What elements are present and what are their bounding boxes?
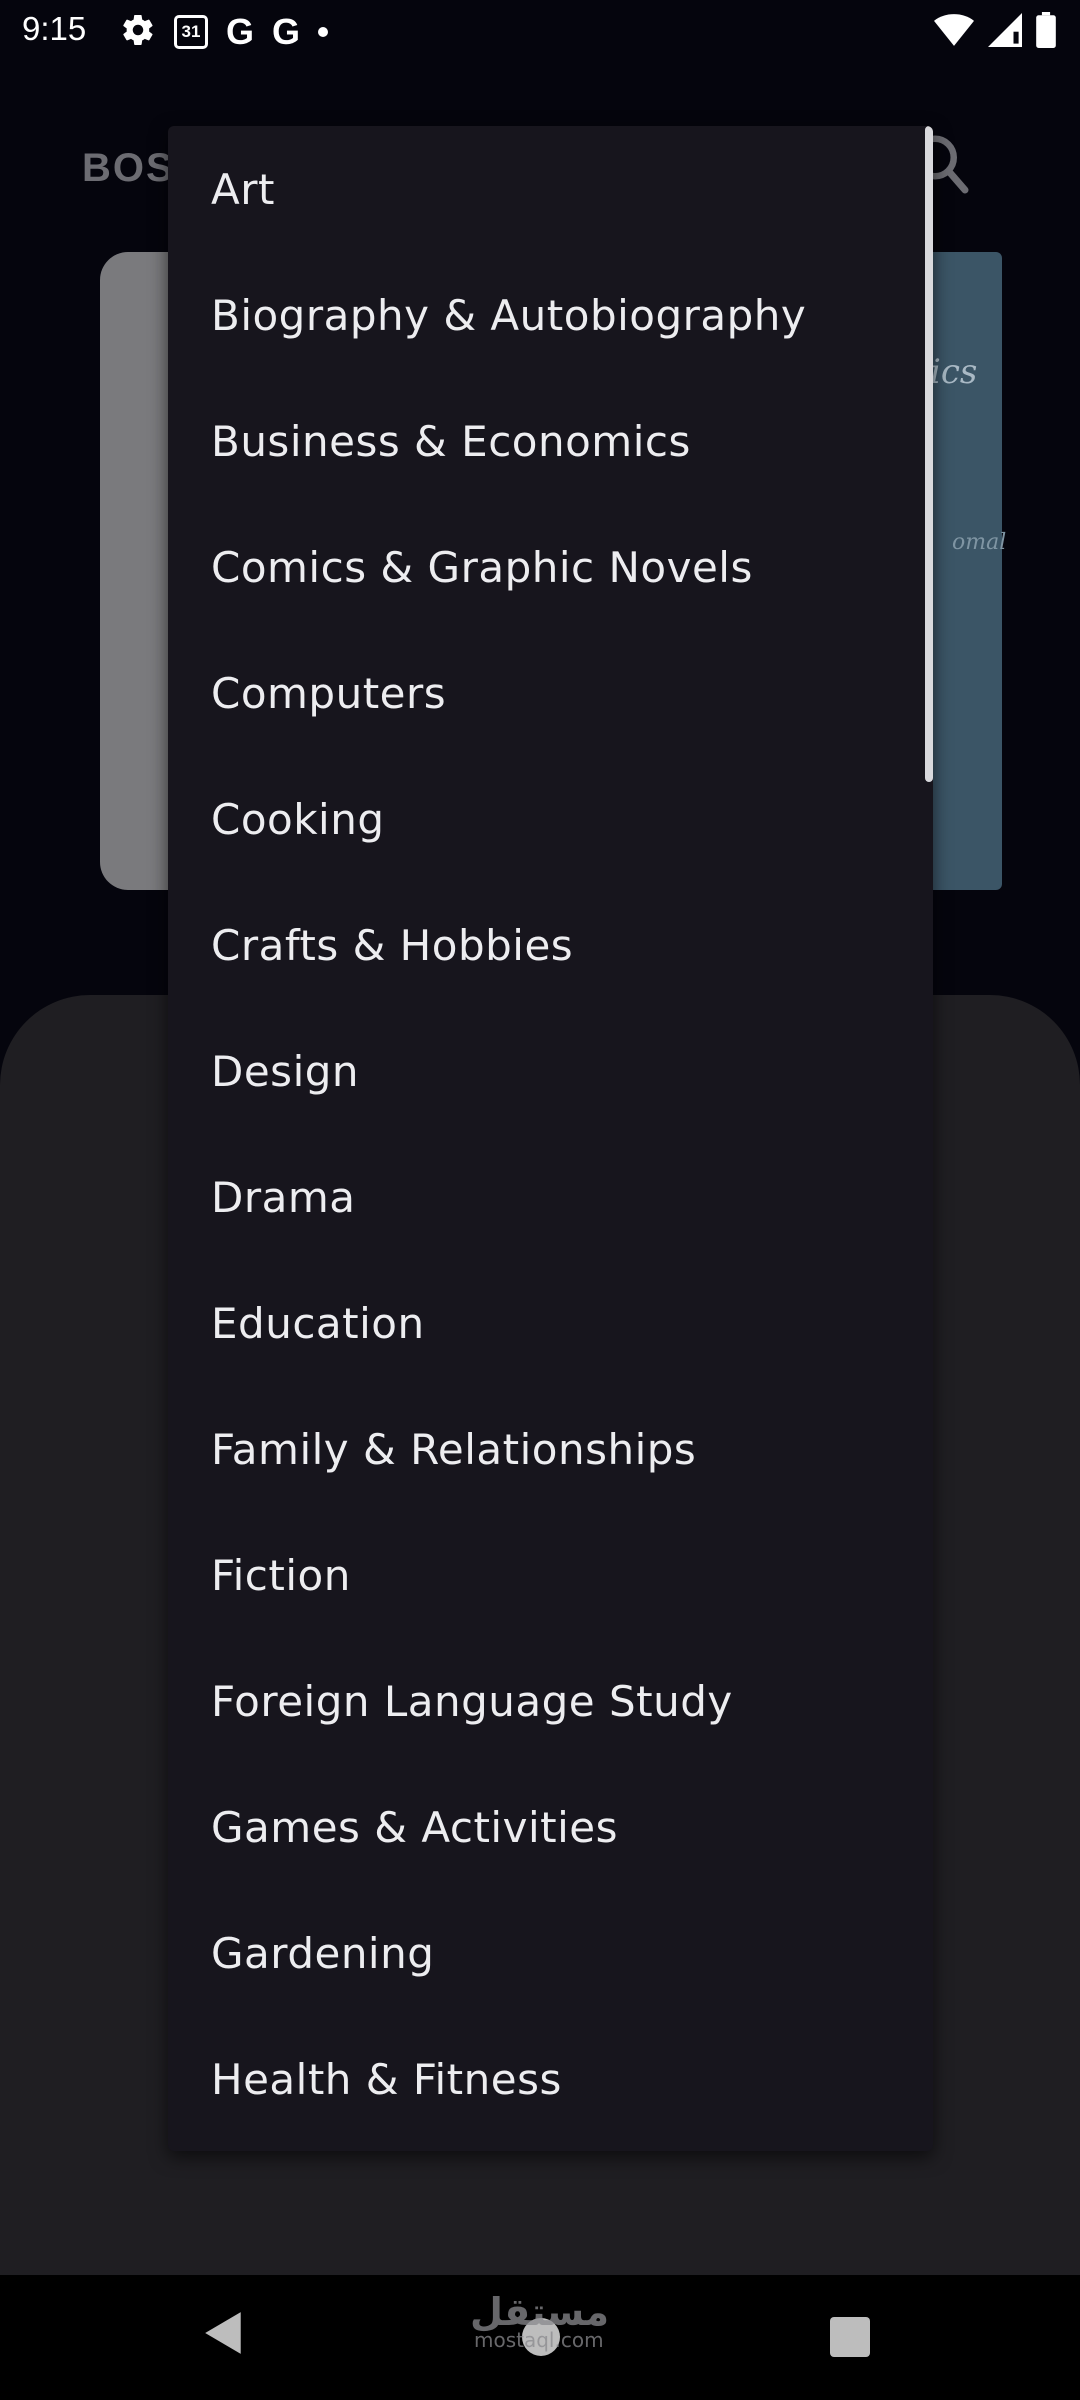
menu-item-cooking[interactable]: Cooking [168, 756, 925, 882]
menu-item-business-economics[interactable]: Business & Economics [168, 378, 925, 504]
back-icon[interactable] [203, 2310, 245, 2360]
calendar-icon: 31 [174, 15, 208, 49]
book-cover-subtitle: omal [952, 530, 1007, 555]
menu-item-biography-autobiography[interactable]: Biography & Autobiography [168, 252, 925, 378]
status-bar: 9:15 31 G G [0, 0, 1080, 62]
settings-icon [120, 12, 156, 52]
menu-item-computers[interactable]: Computers [168, 630, 925, 756]
system-icons [934, 12, 1056, 52]
google-icon: G [272, 11, 301, 52]
menu-item-family-relationships[interactable]: Family & Relationships [168, 1386, 925, 1512]
book-cover-title: ics [930, 352, 978, 392]
menu-item-comics-graphic-novels[interactable]: Comics & Graphic Novels [168, 504, 925, 630]
category-dropdown-menu: Art Biography & Autobiography Business &… [168, 126, 933, 2151]
status-time: 9:15 [22, 10, 87, 47]
notification-icons: 31 G G [120, 11, 329, 52]
menu-item-fiction[interactable]: Fiction [168, 1512, 925, 1638]
app-logo: BOS [82, 146, 175, 190]
menu-item-gardening[interactable]: Gardening [168, 1890, 925, 2016]
menu-item-drama[interactable]: Drama [168, 1134, 925, 1260]
menu-item-art[interactable]: Art [168, 126, 925, 252]
cell-signal-icon [988, 13, 1022, 51]
menu-item-games-activities[interactable]: Games & Activities [168, 1764, 925, 1890]
google-icon: G [226, 11, 255, 52]
dropdown-scrollbar[interactable] [925, 126, 933, 782]
more-notifications-dot-icon [318, 27, 329, 37]
menu-item-crafts-hobbies[interactable]: Crafts & Hobbies [168, 882, 925, 1008]
battery-icon [1036, 12, 1056, 52]
menu-item-foreign-language-study[interactable]: Foreign Language Study [168, 1638, 925, 1764]
wifi-icon [934, 13, 974, 51]
menu-item-health-fitness[interactable]: Health & Fitness [168, 2016, 925, 2142]
recents-icon[interactable] [830, 2317, 870, 2357]
watermark-url: mostaql.com [474, 2328, 604, 2352]
menu-item-design[interactable]: Design [168, 1008, 925, 1134]
menu-item-education[interactable]: Education [168, 1260, 925, 1386]
